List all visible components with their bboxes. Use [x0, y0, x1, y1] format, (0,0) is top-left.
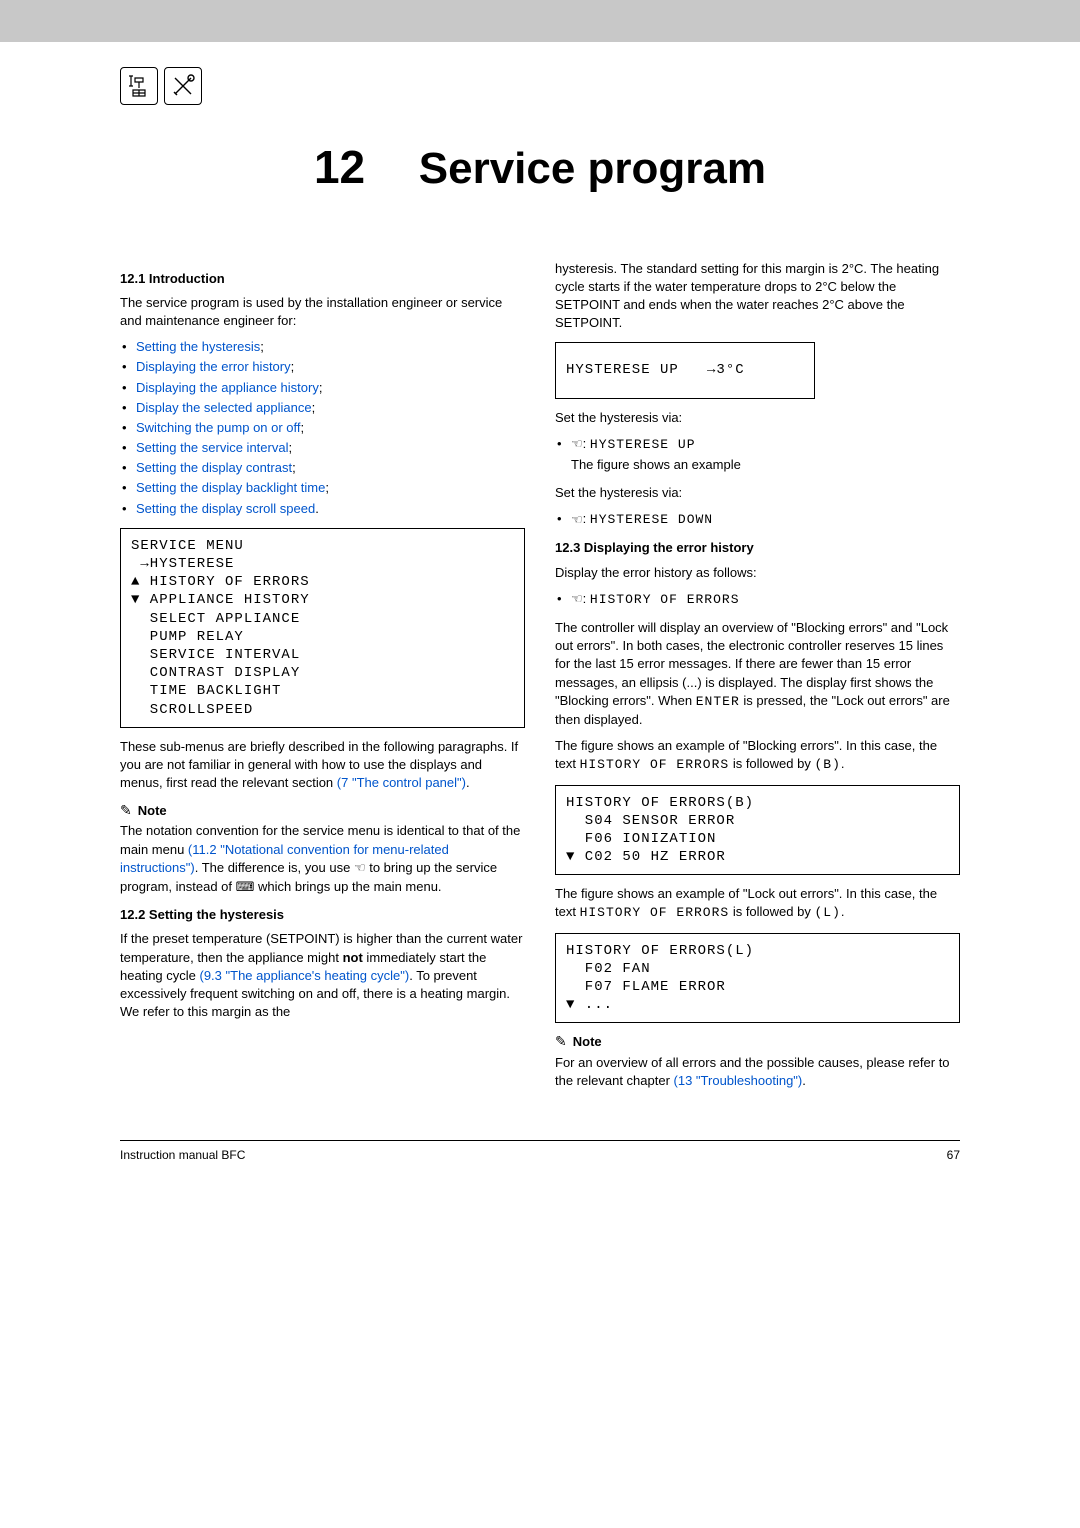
right-column: hysteresis. The standard setting for thi…	[555, 260, 960, 1100]
icon-row	[120, 67, 960, 105]
list-item: Switching the pump on or off;	[120, 419, 525, 437]
chapter-title: 12 Service program	[120, 135, 960, 200]
bullet-hyst-up: ☜: HYSTERESE UP The figure shows an exam…	[555, 435, 960, 474]
footer-page-number: 67	[947, 1147, 960, 1164]
service-key-icon: ☜	[354, 859, 366, 877]
link-hysteresis[interactable]: Setting the hysteresis	[136, 339, 260, 354]
note-12-1: ✎ Note The notation convention for the s…	[120, 802, 525, 896]
heading-12-3: 12.3 Displaying the error history	[555, 539, 960, 557]
example-text: The figure shows an example	[571, 454, 960, 474]
note-body: For an overview of all errors and the po…	[555, 1054, 960, 1090]
list-item: Setting the display scroll speed.	[120, 500, 525, 518]
list-item: Setting the service interval;	[120, 439, 525, 457]
list-item: Displaying the error history;	[120, 358, 525, 376]
list-item: ☜: HISTORY OF ERRORS	[555, 590, 960, 609]
link-selected-appliance[interactable]: Display the selected appliance	[136, 400, 312, 415]
page-footer: Instruction manual BFC 67	[120, 1140, 960, 1164]
service-key-icon: ☜	[571, 590, 583, 608]
intro-bullet-list: Setting the hysteresis; Displaying the e…	[120, 338, 525, 518]
enter-key-text: ENTER	[696, 694, 740, 709]
list-item: Setting the hysteresis;	[120, 338, 525, 356]
list-item: Displaying the appliance history;	[120, 379, 525, 397]
para-errors-overview: The controller will display an overview …	[555, 619, 960, 729]
mono-text: HISTORY OF ERRORS	[590, 592, 740, 607]
chapter-number: 12	[314, 141, 365, 193]
gas-valve-icon	[120, 67, 158, 105]
list-item: Display the selected appliance;	[120, 399, 525, 417]
link-control-panel[interactable]: (7 "The control panel")	[337, 775, 466, 790]
note-12-3: ✎ Note For an overview of all errors and…	[555, 1033, 960, 1090]
note-body: The notation convention for the service …	[120, 822, 525, 896]
heading-12-2: 12.2 Setting the hysteresis	[120, 906, 525, 924]
list-item: ☜: HYSTERESE DOWN	[555, 510, 960, 529]
mono-text: (B)	[814, 757, 840, 772]
service-key-icon: ☜	[571, 511, 583, 529]
link-appliance-history[interactable]: Displaying the appliance history	[136, 380, 319, 395]
para-lockout-example: The figure shows an example of "Lock out…	[555, 885, 960, 922]
bullet-hyst-down: ☜: HYSTERESE DOWN	[555, 510, 960, 529]
bullet-history: ☜: HISTORY OF ERRORS	[555, 590, 960, 609]
left-column: 12.1 Introduction The service program is…	[120, 260, 525, 1100]
link-backlight[interactable]: Setting the display backlight time	[136, 480, 325, 495]
text-bold: not	[343, 950, 363, 965]
text: .	[802, 1073, 806, 1088]
mono-text: HYSTERESE UP	[590, 437, 696, 452]
link-scroll-speed[interactable]: Setting the display scroll speed	[136, 501, 315, 516]
list-item: Setting the display backlight time;	[120, 479, 525, 497]
text: is followed by	[729, 904, 814, 919]
note-title: Note	[573, 1033, 602, 1051]
para-blocking-example: The figure shows an example of "Blocking…	[555, 737, 960, 774]
link-contrast[interactable]: Setting the display contrast	[136, 460, 292, 475]
intro-12-3: Display the error history as follows:	[555, 564, 960, 582]
intro-12-1: The service program is used by the insta…	[120, 294, 525, 330]
list-item: ☜: HYSTERESE UP The figure shows an exam…	[555, 435, 960, 474]
text: .	[466, 775, 470, 790]
text: is followed by	[729, 756, 814, 771]
header-bar	[0, 0, 1080, 42]
mono-text: (L)	[814, 905, 840, 920]
heading-12-1: 12.1 Introduction	[120, 270, 525, 288]
lcd-service-menu: SERVICE MENU →HYSTERESE ▲ HISTORY OF ERR…	[120, 528, 525, 728]
para-hysteresis-cont: hysteresis. The standard setting for thi…	[555, 260, 960, 333]
mono-text: HYSTERESE DOWN	[590, 512, 713, 527]
text: .	[841, 904, 845, 919]
link-pump[interactable]: Switching the pump on or off	[136, 420, 301, 435]
mono-text: HISTORY OF ERRORS	[580, 757, 730, 772]
mono-text: HISTORY OF ERRORS	[580, 905, 730, 920]
para-12-2: If the preset temperature (SETPOINT) is …	[120, 930, 525, 1021]
link-troubleshooting[interactable]: (13 "Troubleshooting")	[674, 1073, 803, 1088]
note-icon: ✎	[555, 1034, 567, 1048]
page-content: 12 Service program 12.1 Introduction The…	[0, 42, 1080, 1184]
link-error-history[interactable]: Displaying the error history	[136, 359, 291, 374]
note-title: Note	[138, 802, 167, 820]
lcd-hysterese-up: HYSTERESE UP →3°C	[555, 342, 815, 398]
footer-left: Instruction manual BFC	[120, 1147, 245, 1164]
list-item: Setting the display contrast;	[120, 459, 525, 477]
text: .	[841, 756, 845, 771]
text: . The difference is, you use	[195, 860, 354, 875]
lcd-errors-b: HISTORY OF ERRORS(B) S04 SENSOR ERROR F0…	[555, 785, 960, 876]
set-via-2: Set the hysteresis via:	[555, 484, 960, 502]
lcd-errors-l: HISTORY OF ERRORS(L) F02 FAN F07 FLAME E…	[555, 933, 960, 1024]
menu-key-icon: ⌨	[236, 878, 255, 896]
set-via-1: Set the hysteresis via:	[555, 409, 960, 427]
chapter-text: Service program	[419, 144, 766, 193]
link-heating-cycle[interactable]: (9.3 "The appliance's heating cycle")	[200, 968, 410, 983]
text: which brings up the main menu.	[254, 879, 441, 894]
link-service-interval[interactable]: Setting the service interval	[136, 440, 288, 455]
tools-cross-icon	[164, 67, 202, 105]
after-lcd-para: These sub-menus are briefly described in…	[120, 738, 525, 793]
note-icon: ✎	[120, 803, 132, 817]
service-key-icon: ☜	[571, 435, 583, 453]
